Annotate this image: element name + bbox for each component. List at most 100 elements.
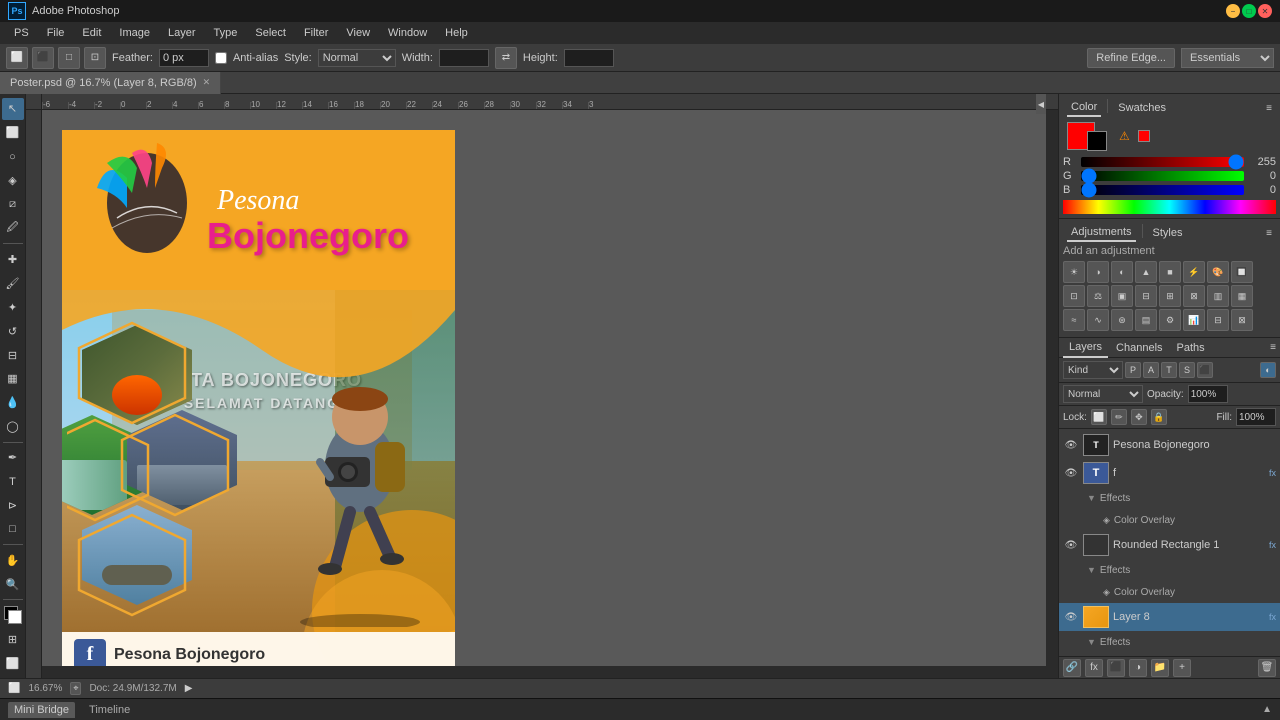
adj-extra6[interactable]: 📊: [1183, 309, 1205, 331]
menu-window[interactable]: Window: [380, 25, 435, 41]
layer-item-f[interactable]: 👁 T f fx: [1059, 459, 1280, 487]
layer-subitem-effects-1[interactable]: ▼ Effects: [1059, 487, 1280, 509]
style-select[interactable]: Normal Fixed Ratio Fixed Size: [318, 49, 396, 67]
timeline-tab[interactable]: Timeline: [83, 702, 136, 718]
adj-photo-filter[interactable]: ⊡: [1063, 285, 1085, 307]
filter-adjustment-btn[interactable]: A: [1143, 362, 1159, 378]
lock-all-btn[interactable]: 🔒: [1151, 409, 1167, 425]
workspace-select[interactable]: Essentials Photography Painting: [1181, 48, 1274, 68]
layer-visibility-layer8[interactable]: 👁: [1063, 609, 1079, 625]
zoom-indicator-button[interactable]: ⌖: [70, 682, 81, 695]
marquee-tool[interactable]: ⬜: [2, 122, 24, 144]
layer-item-layer8[interactable]: 👁 Layer 8 fx: [1059, 603, 1280, 631]
menu-help[interactable]: Help: [437, 25, 476, 41]
quick-select-tool[interactable]: ◈: [2, 170, 24, 192]
menu-filter[interactable]: Filter: [296, 25, 336, 41]
layer-item-roundedrect[interactable]: 👁 Rounded Rectangle 1 fx: [1059, 531, 1280, 559]
lock-position-btn[interactable]: ✥: [1131, 409, 1147, 425]
adjustments-panel-menu[interactable]: ≡: [1266, 228, 1272, 239]
lock-transparent-btn[interactable]: ⬜: [1091, 409, 1107, 425]
add-layer-style-button[interactable]: fx: [1085, 659, 1103, 677]
adj-exposure[interactable]: ▲: [1135, 261, 1157, 283]
eyedropper-tool[interactable]: 🖉: [2, 218, 24, 240]
adj-color-balance[interactable]: 🎨: [1207, 261, 1229, 283]
swap-dimensions-button[interactable]: ⇄: [495, 47, 517, 69]
adj-extra8[interactable]: ⊠: [1231, 309, 1253, 331]
adj-posterize[interactable]: ⊞: [1159, 285, 1181, 307]
layer-visibility-pesona[interactable]: 👁: [1063, 437, 1079, 453]
adj-color-lookup[interactable]: ▣: [1111, 285, 1133, 307]
background-color[interactable]: [8, 610, 22, 624]
quick-mask-button[interactable]: ⊞: [2, 628, 24, 650]
height-input[interactable]: [564, 49, 614, 67]
pen-tool[interactable]: ✒: [2, 447, 24, 469]
mini-bridge-tab[interactable]: Mini Bridge: [8, 702, 75, 718]
adj-extra5[interactable]: ⚙: [1159, 309, 1181, 331]
layer-subitem-effects-3[interactable]: ▼ Effects: [1059, 631, 1280, 653]
eraser-tool[interactable]: ⊟: [2, 344, 24, 366]
minimize-button[interactable]: −: [1226, 4, 1240, 18]
adj-extra4[interactable]: ▤: [1135, 309, 1157, 331]
adj-vibrance[interactable]: ■: [1159, 261, 1181, 283]
width-input[interactable]: [439, 49, 489, 67]
menu-file[interactable]: File: [39, 25, 73, 41]
adj-hue-sat[interactable]: ⚡: [1183, 261, 1205, 283]
shape-tool[interactable]: □: [2, 518, 24, 540]
type-tool[interactable]: T: [2, 471, 24, 493]
move-tool[interactable]: ↖: [2, 98, 24, 120]
adj-extra3[interactable]: ⊛: [1111, 309, 1133, 331]
gradient-tool[interactable]: ▦: [2, 368, 24, 390]
menu-layer[interactable]: Layer: [160, 25, 204, 41]
adj-invert[interactable]: ⊟: [1135, 285, 1157, 307]
refine-edge-button[interactable]: Refine Edge...: [1087, 48, 1175, 68]
hand-tool[interactable]: ✋: [2, 549, 24, 571]
color-swatches[interactable]: [2, 604, 24, 626]
canvas-wrapper[interactable]: KOTA BOJONEGORO SELAMAT DATANG: [42, 110, 1058, 678]
screen-mode-button[interactable]: ⬜: [2, 652, 24, 674]
menu-select[interactable]: Select: [247, 25, 294, 41]
document-tab[interactable]: Poster.psd @ 16.7% (Layer 8, RGB/8) ✕: [0, 72, 221, 94]
color-panel-menu[interactable]: ≡: [1266, 103, 1272, 114]
status-left-button[interactable]: ⬜: [8, 683, 20, 694]
clone-tool[interactable]: ✦: [2, 296, 24, 318]
marquee-tool-option2[interactable]: ⬛: [32, 47, 54, 69]
link-layers-button[interactable]: 🔗: [1063, 659, 1081, 677]
blur-tool[interactable]: 💧: [2, 392, 24, 414]
brush-tool[interactable]: 🖌: [2, 272, 24, 294]
adj-brightness-contrast[interactable]: ☀: [1063, 261, 1085, 283]
maximize-button[interactable]: □: [1242, 4, 1256, 18]
canvas-scrollbar-bottom[interactable]: [42, 666, 1046, 678]
adj-levels[interactable]: ◑: [1087, 261, 1109, 283]
menu-view[interactable]: View: [338, 25, 378, 41]
layer-subitem-coloroverlay-1[interactable]: ◈ Color Overlay: [1059, 509, 1280, 531]
new-layer-button[interactable]: +: [1173, 659, 1191, 677]
g-slider[interactable]: [1081, 171, 1244, 181]
marquee-tool-option1[interactable]: ⬜: [6, 47, 28, 69]
layers-panel-menu[interactable]: ≡: [1270, 342, 1276, 353]
zoom-tool[interactable]: 🔍: [2, 573, 24, 595]
layers-tab[interactable]: Layers: [1063, 338, 1108, 358]
adj-extra1[interactable]: ≈: [1063, 309, 1085, 331]
color-spectrum[interactable]: [1063, 200, 1276, 214]
opacity-input[interactable]: [1188, 385, 1228, 403]
filter-toggle-btn[interactable]: ◐: [1260, 362, 1276, 378]
background-swatch[interactable]: [1087, 131, 1107, 151]
filter-smartobj-btn[interactable]: ⬛: [1197, 362, 1213, 378]
adj-bw[interactable]: 🔲: [1231, 261, 1253, 283]
adj-threshold[interactable]: ⊠: [1183, 285, 1205, 307]
layer-blend-mode-select[interactable]: Normal Multiply Screen: [1063, 385, 1143, 403]
new-group-button[interactable]: 📁: [1151, 659, 1169, 677]
lock-pixels-btn[interactable]: ✏: [1111, 409, 1127, 425]
layer-subitem-coloroverlay-2[interactable]: ◈ Color Overlay: [1059, 581, 1280, 603]
history-brush-tool[interactable]: ↺: [2, 320, 24, 342]
filter-pixel-btn[interactable]: P: [1125, 362, 1141, 378]
lasso-tool[interactable]: ○: [2, 146, 24, 168]
adj-gradient-map[interactable]: ▥: [1207, 285, 1229, 307]
crop-tool[interactable]: ⧄: [2, 194, 24, 216]
add-mask-button[interactable]: ⬛: [1107, 659, 1125, 677]
layer-item-pesona[interactable]: 👁 T Pesona Bojonegoro: [1059, 431, 1280, 459]
adj-extra7[interactable]: ⊟: [1207, 309, 1229, 331]
b-slider[interactable]: [1081, 185, 1244, 195]
filter-type-btn[interactable]: T: [1161, 362, 1177, 378]
layer-subitem-effects-2[interactable]: ▼ Effects: [1059, 559, 1280, 581]
